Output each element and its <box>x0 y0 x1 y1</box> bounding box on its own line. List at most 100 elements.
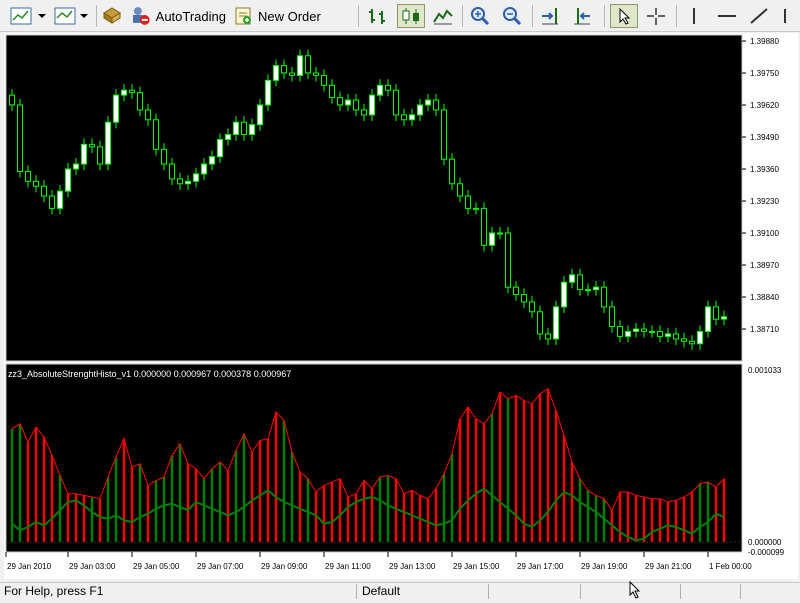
time-axis-label: 29 Jan 19:00 <box>581 562 628 571</box>
chart-canvas[interactable]: zz3_AbsoluteStrenghtHisto_v1 0.000000 0.… <box>4 33 798 579</box>
price-panel[interactable] <box>5 34 743 362</box>
autotrading-label: AutoTrading <box>155 8 226 24</box>
horizontal-line-tool-button[interactable] <box>714 4 740 28</box>
line-chart-button[interactable] <box>431 4 457 28</box>
autoscroll-button[interactable] <box>570 4 596 28</box>
new-order-button[interactable]: New Order <box>232 4 322 28</box>
candle-body <box>329 84 335 99</box>
candle-body <box>401 114 407 121</box>
candle-body <box>257 104 263 126</box>
candle-body <box>57 190 63 209</box>
candle-body <box>121 89 127 96</box>
profiles-button[interactable] <box>52 4 92 28</box>
candle-body <box>361 109 367 116</box>
candle-body <box>641 328 647 332</box>
more-tools-button[interactable] <box>778 4 798 28</box>
time-axis-label: 29 Jan 21:00 <box>645 562 692 571</box>
price-axis-label: 1.38970 <box>750 261 779 270</box>
candle-body <box>41 185 47 197</box>
crosshair-icon <box>647 8 665 25</box>
candle-body <box>481 207 487 246</box>
candle-body <box>345 99 351 106</box>
candle-body <box>369 94 375 116</box>
candle-body <box>513 286 519 296</box>
autotrading-button[interactable]: AutoTrading <box>130 4 226 28</box>
candle-body <box>657 330 663 337</box>
indicator-title: zz3_AbsoluteStrenghtHisto_v1 0.000000 0.… <box>8 369 291 379</box>
mouse-pointer-icon <box>628 580 642 599</box>
candle-body <box>449 158 455 185</box>
new-chart-button[interactable] <box>8 4 50 28</box>
candle-body <box>265 79 271 106</box>
chart-window[interactable]: zz3_AbsoluteStrenghtHisto_v1 0.000000 0.… <box>4 33 798 579</box>
candle-body <box>17 104 23 172</box>
candle-body <box>81 143 87 165</box>
candle-body <box>417 104 423 116</box>
cursor-tool-button[interactable] <box>610 4 638 28</box>
candle-body <box>393 89 399 116</box>
candle-body <box>225 134 231 140</box>
price-axis-label: 1.38840 <box>750 293 779 302</box>
candle-body <box>297 55 303 76</box>
candle-body <box>153 119 159 150</box>
candlestick-chart-button[interactable] <box>397 4 425 28</box>
zoom-out-button[interactable] <box>500 4 526 28</box>
tool-overflow-icon <box>784 9 786 23</box>
candle-body <box>441 109 447 160</box>
candle-body <box>569 274 575 283</box>
candle-body <box>553 306 559 340</box>
bar-chart-icon <box>369 9 385 24</box>
chart-shift-button[interactable] <box>538 4 564 28</box>
cursor-icon <box>619 7 631 25</box>
trendline-tool-button[interactable] <box>746 4 772 28</box>
candle-body <box>177 178 183 185</box>
candle-body <box>337 97 343 106</box>
candle-body <box>289 72 295 76</box>
candle-body <box>705 306 711 332</box>
candle-body <box>217 138 223 158</box>
horizontal-line-icon <box>718 15 736 17</box>
candle-body <box>33 180 39 187</box>
candle-body <box>49 195 55 209</box>
candlestick-icon <box>402 8 419 24</box>
zoom-in-icon <box>471 7 490 26</box>
new-order-icon <box>235 7 251 25</box>
candle-body <box>9 94 15 106</box>
candle-body <box>89 143 95 148</box>
autoscroll-icon <box>574 8 590 25</box>
candle-body <box>281 65 287 74</box>
candle-body <box>521 294 527 303</box>
candle-body <box>617 326 623 337</box>
candle-body <box>161 148 167 165</box>
chart-shift-icon <box>542 8 558 25</box>
status-profile-text: Default <box>362 584 401 598</box>
crosshair-tool-button[interactable] <box>644 4 670 28</box>
time-axis-label: 29 Jan 17:00 <box>517 562 564 571</box>
candle-body <box>73 163 79 170</box>
vertical-line-tool-button[interactable] <box>682 4 706 28</box>
candle-body <box>249 124 255 136</box>
time-axis-label: 29 Jan 05:00 <box>133 562 180 571</box>
candle-body <box>321 74 327 86</box>
candle-body <box>137 92 143 111</box>
candle-body <box>273 65 279 81</box>
line-chart-icon <box>433 9 453 25</box>
autotrading-icon <box>132 7 150 25</box>
candle-body <box>25 170 31 182</box>
time-axis-label: 29 Jan 09:00 <box>261 562 308 571</box>
candle-body <box>497 232 503 235</box>
time-axis-label: 29 Jan 15:00 <box>453 562 500 571</box>
bar-chart-button[interactable] <box>366 4 392 28</box>
candle-body <box>673 333 679 340</box>
time-axis-label: 29 Jan 11:00 <box>325 562 371 571</box>
market-watch-button[interactable] <box>100 4 126 28</box>
candle-body <box>209 156 215 165</box>
candle-body <box>537 311 543 335</box>
candle-body <box>185 180 191 185</box>
price-axis-label: 1.39100 <box>750 229 779 238</box>
toolbar: AutoTrading New Order <box>0 0 800 32</box>
briefcase-icon <box>103 7 121 24</box>
price-axis-label: 1.39360 <box>750 165 779 174</box>
zoom-in-button[interactable] <box>468 4 494 28</box>
candle-body <box>313 72 319 76</box>
